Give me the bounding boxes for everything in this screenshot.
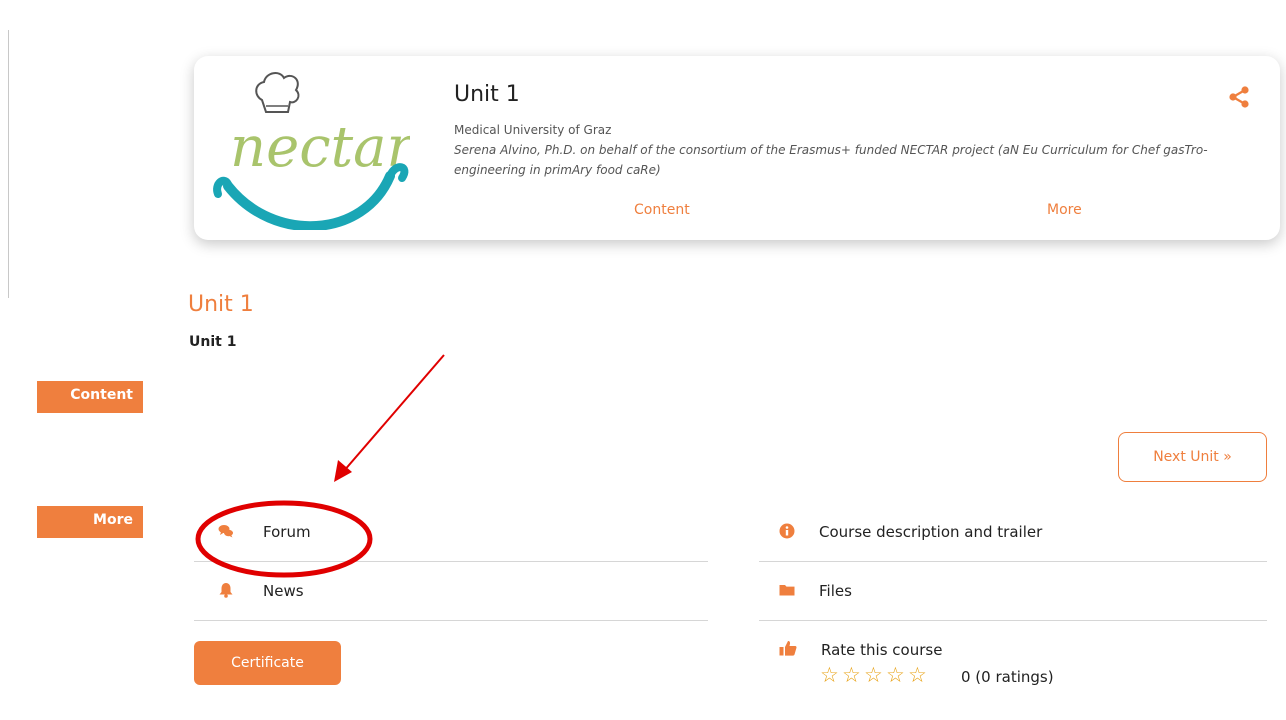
unit-heading: Unit 1: [188, 292, 254, 317]
star-icon[interactable]: ☆: [886, 663, 908, 687]
files-label: Files: [819, 582, 852, 600]
course-title: Unit 1: [454, 82, 520, 107]
course-card: nectar Unit 1 Medical University of Graz…: [194, 56, 1280, 240]
star-rating[interactable]: ☆ ☆ ☆ ☆ ☆: [820, 663, 930, 687]
unit-subheading: Unit 1: [189, 334, 237, 350]
course-institution: Medical University of Graz: [454, 123, 612, 137]
forum-label: Forum: [263, 523, 311, 541]
star-icon[interactable]: ☆: [908, 663, 930, 687]
files-link[interactable]: Files: [759, 562, 1267, 620]
news-link[interactable]: News: [194, 562, 708, 620]
svg-text:nectar: nectar: [230, 115, 410, 180]
annotation-arrow: [342, 354, 445, 473]
forum-link[interactable]: Forum: [194, 503, 708, 561]
sidebar-more-button[interactable]: More: [37, 506, 143, 538]
left-divider: [8, 30, 9, 298]
course-description-link[interactable]: Course description and trailer: [759, 503, 1267, 561]
sidebar-content-button[interactable]: Content: [37, 381, 143, 413]
rating-count: 0 (0 ratings): [961, 668, 1054, 686]
nectar-logo: nectar: [213, 72, 410, 230]
news-label: News: [263, 582, 304, 600]
share-icon[interactable]: [1228, 86, 1250, 108]
folder-icon: [779, 585, 795, 596]
star-icon[interactable]: ☆: [842, 663, 864, 687]
next-unit-button[interactable]: Next Unit »: [1118, 432, 1267, 482]
bell-icon: [219, 583, 233, 598]
star-icon[interactable]: ☆: [820, 663, 842, 687]
comments-icon: [218, 525, 233, 538]
rate-course-label: Rate this course: [821, 641, 943, 659]
thumbs-up-icon: [779, 641, 797, 656]
annotation-arrowhead: [334, 460, 352, 482]
course-description-label: Course description and trailer: [819, 523, 1043, 541]
divider: [194, 620, 708, 621]
info-circle-icon: [779, 523, 795, 539]
certificate-button[interactable]: Certificate: [194, 641, 341, 685]
divider: [759, 620, 1267, 621]
star-icon[interactable]: ☆: [864, 663, 886, 687]
card-content-link[interactable]: Content: [634, 202, 690, 218]
course-description: Serena Alvino, Ph.D. on behalf of the co…: [454, 143, 1208, 177]
card-more-link[interactable]: More: [1047, 202, 1082, 218]
